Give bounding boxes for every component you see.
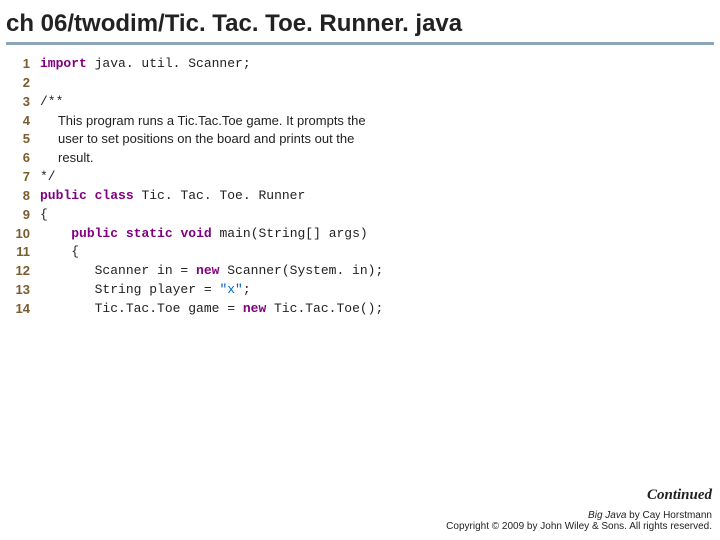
code-line: 14 Tic.Tac.Toe game = new Tic.Tac.Toe(); (10, 300, 710, 319)
title-rule (6, 42, 714, 45)
code-text: { (40, 243, 79, 262)
code-line: 12 Scanner in = new Scanner(System. in); (10, 262, 710, 281)
comment-text: user to set positions on the board and p… (40, 130, 354, 149)
code-line: 3 /** (10, 93, 710, 112)
code-line: 13 String player = "x"; (10, 281, 710, 300)
line-number: 13 (10, 281, 40, 300)
page-title: ch 06/twodim/Tic. Tac. Toe. Runner. java (0, 0, 720, 42)
code-line: 9 { (10, 206, 710, 225)
code-line: 1 import java. util. Scanner; (10, 55, 710, 74)
footer: Continued Big Java by Cay Horstmann Copy… (446, 487, 712, 532)
comment-text: This program runs a Tic.Tac.Toe game. It… (40, 112, 366, 131)
code-text: */ (40, 168, 56, 187)
line-number: 10 (10, 225, 40, 244)
line-number: 5 (10, 130, 40, 149)
code-line: 4 This program runs a Tic.Tac.Toe game. … (10, 112, 710, 131)
code-line: 6 result. (10, 149, 710, 168)
code-text: /** (40, 93, 63, 112)
code-text: public static void main(String[] args) (40, 225, 368, 244)
code-text: public class Tic. Tac. Toe. Runner (40, 187, 305, 206)
code-text: String player = "x"; (40, 281, 251, 300)
continued-label: Continued (446, 487, 712, 504)
line-number: 14 (10, 300, 40, 319)
code-line: 7 */ (10, 168, 710, 187)
line-number: 12 (10, 262, 40, 281)
line-number: 2 (10, 74, 40, 93)
credit-line-2: Copyright © 2009 by John Wiley & Sons. A… (446, 521, 712, 532)
line-number: 1 (10, 55, 40, 74)
comment-text: result. (40, 149, 93, 168)
line-number: 3 (10, 93, 40, 112)
code-text: Tic.Tac.Toe game = new Tic.Tac.Toe(); (40, 300, 383, 319)
code-text: import java. util. Scanner; (40, 55, 251, 74)
code-block: 1 import java. util. Scanner; 2 3 /** 4 … (0, 55, 720, 319)
code-line: 2 (10, 74, 710, 93)
line-number: 9 (10, 206, 40, 225)
line-number: 11 (10, 243, 40, 262)
line-number: 6 (10, 149, 40, 168)
line-number: 4 (10, 112, 40, 131)
code-text: Scanner in = new Scanner(System. in); (40, 262, 383, 281)
line-number: 8 (10, 187, 40, 206)
code-line: 10 public static void main(String[] args… (10, 225, 710, 244)
code-line: 8 public class Tic. Tac. Toe. Runner (10, 187, 710, 206)
code-line: 5 user to set positions on the board and… (10, 130, 710, 149)
line-number: 7 (10, 168, 40, 187)
code-line: 11 { (10, 243, 710, 262)
credit-line-1: Big Java by Cay Horstmann (446, 510, 712, 521)
code-text: { (40, 206, 48, 225)
